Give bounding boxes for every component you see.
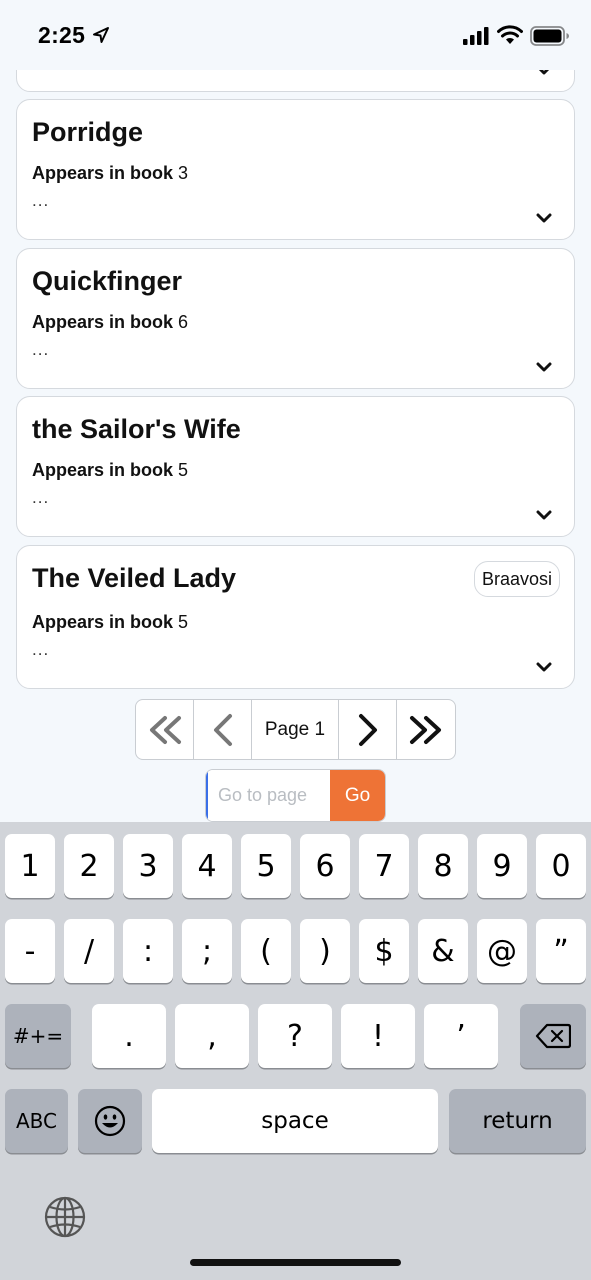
delete-key[interactable] <box>520 1004 586 1068</box>
pagination: Page 1 <box>135 699 456 760</box>
character-name: Porridge <box>32 117 144 147</box>
key[interactable]: - <box>5 919 55 983</box>
key[interactable]: ” <box>536 919 586 983</box>
character-name: Quickfinger <box>32 266 183 296</box>
character-name: The Veiled Lady <box>32 563 237 593</box>
chevron-down-icon[interactable] <box>536 213 552 224</box>
key[interactable]: 5 <box>241 834 291 898</box>
key[interactable]: 2 <box>64 834 114 898</box>
key[interactable]: 9 <box>477 834 527 898</box>
status-bar: 2:25 <box>0 0 591 70</box>
numeric-keyboard: 1 2 3 4 5 6 7 8 9 0 - / : ; ( ) $ & @ ” … <box>0 822 591 1280</box>
key[interactable]: @ <box>477 919 527 983</box>
symbols-toggle-key[interactable]: #+= <box>5 1004 71 1068</box>
appears-in-book: Appears in book 5 <box>32 612 188 633</box>
key[interactable]: 1 <box>5 834 55 898</box>
cellular-signal-icon <box>463 27 489 45</box>
double-chevron-left-icon <box>149 715 181 744</box>
key[interactable]: ? <box>258 1004 332 1068</box>
key[interactable]: & <box>418 919 468 983</box>
space-key[interactable]: space <box>152 1089 438 1153</box>
emoji-key[interactable] <box>78 1089 142 1153</box>
appears-in-book: Appears in book 5 <box>32 460 188 481</box>
backspace-icon <box>535 1023 571 1049</box>
book-number: 6 <box>178 312 189 332</box>
appears-label: Appears in book <box>32 163 174 183</box>
key[interactable]: 4 <box>182 834 232 898</box>
status-time: 2:25 <box>38 22 86 48</box>
go-to-page-input[interactable] <box>206 770 330 821</box>
last-page-button[interactable] <box>397 700 455 759</box>
book-number: 5 <box>178 612 189 632</box>
card-excerpt: ... <box>32 191 50 210</box>
location-arrow-icon <box>93 27 109 43</box>
previous-page-button[interactable] <box>194 700 252 759</box>
character-card[interactable]: The Veiled Lady Braavosi Appears in book… <box>16 545 575 689</box>
key[interactable]: 0 <box>536 834 586 898</box>
next-page-button[interactable] <box>339 700 397 759</box>
chevron-down-icon[interactable] <box>536 362 552 373</box>
key[interactable]: ( <box>241 919 291 983</box>
key[interactable]: 6 <box>300 834 350 898</box>
key[interactable]: : <box>123 919 173 983</box>
chevron-down-icon[interactable] <box>536 510 552 521</box>
battery-icon <box>530 26 569 46</box>
card-excerpt: ... <box>32 488 50 507</box>
culture-badge: Braavosi <box>473 561 560 597</box>
book-number: 3 <box>178 163 189 183</box>
chevron-left-icon <box>213 713 232 746</box>
key[interactable]: . <box>92 1004 166 1068</box>
chevron-down-icon[interactable] <box>536 662 552 673</box>
card-excerpt: ... <box>32 340 50 359</box>
appears-in-book: Appears in book 6 <box>32 312 188 333</box>
key[interactable]: ’ <box>424 1004 498 1068</box>
current-page-label: Page 1 <box>252 700 339 759</box>
character-card[interactable]: the Sailor's Wife Appears in book 5 ... <box>16 396 575 537</box>
key[interactable]: $ <box>359 919 409 983</box>
key[interactable]: 7 <box>359 834 409 898</box>
character-name: the Sailor's Wife <box>32 414 241 444</box>
character-card[interactable]: Porridge Appears in book 3 ... <box>16 99 575 240</box>
emoji-icon <box>94 1105 126 1137</box>
key[interactable]: 3 <box>123 834 173 898</box>
key[interactable]: 8 <box>418 834 468 898</box>
key[interactable]: / <box>64 919 114 983</box>
key[interactable]: ; <box>182 919 232 983</box>
globe-icon[interactable] <box>43 1195 87 1239</box>
appears-in-book: Appears in book 3 <box>32 163 188 184</box>
appears-label: Appears in book <box>32 312 174 332</box>
abc-key[interactable]: ABC <box>5 1089 68 1153</box>
card-excerpt: ... <box>32 640 50 659</box>
first-page-button[interactable] <box>136 700 194 759</box>
appears-label: Appears in book <box>32 460 174 480</box>
key[interactable]: ) <box>300 919 350 983</box>
home-indicator <box>190 1259 401 1266</box>
double-chevron-right-icon <box>410 715 441 744</box>
book-number: 5 <box>178 460 189 480</box>
chevron-right-icon <box>358 713 377 746</box>
return-key[interactable]: return <box>449 1089 586 1153</box>
go-button[interactable]: Go <box>330 770 385 821</box>
character-card[interactable]: Quickfinger Appears in book 6 ... <box>16 248 575 389</box>
wifi-icon <box>497 25 523 44</box>
key[interactable]: ! <box>341 1004 415 1068</box>
go-to-page-form: Go <box>205 769 386 822</box>
key[interactable]: , <box>175 1004 249 1068</box>
appears-label: Appears in book <box>32 612 174 632</box>
